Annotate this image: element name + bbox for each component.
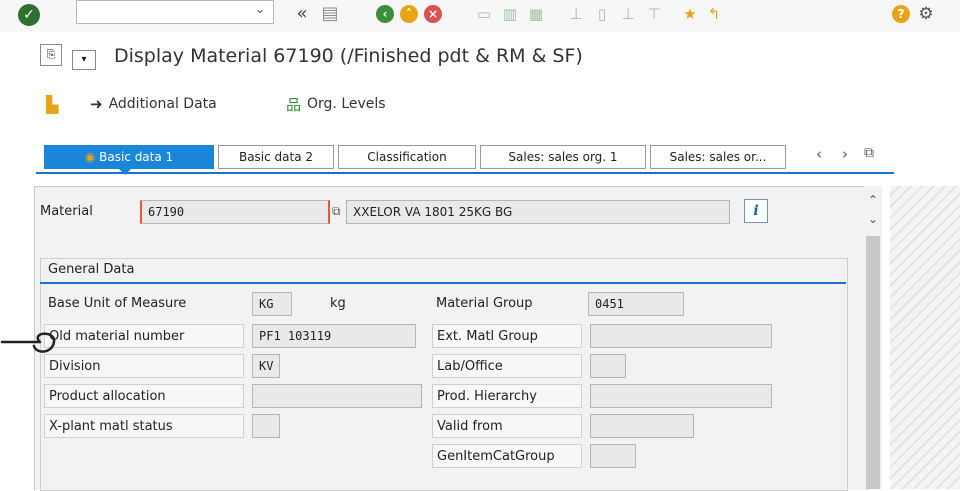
tab-sales-org-1[interactable]: Sales: sales org. 1 <box>480 145 646 169</box>
print-icon[interactable]: ▭ <box>474 4 494 24</box>
general-data-title: General Data <box>48 262 135 277</box>
cancel-icon[interactable]: × <box>424 5 442 23</box>
other-material-button[interactable]: ▙ <box>46 94 58 114</box>
org-levels-label: Org. Levels <box>307 96 386 112</box>
ext-matl-group-label: Ext. Matl Group <box>432 324 582 348</box>
division-field[interactable]: KV <box>252 354 280 378</box>
material-number-field[interactable]: 67190 <box>140 200 330 224</box>
gen-item-cat-group-field[interactable] <box>590 444 636 468</box>
active-tab-pointer <box>118 168 132 175</box>
product-allocation-field[interactable] <box>252 384 422 408</box>
page-title: Display Material 67190 (/Finished pdt & … <box>114 45 583 67</box>
scroll-up-icon[interactable]: ⌃ <box>864 193 882 207</box>
scroll-down-icon[interactable]: ⌄ <box>864 212 882 226</box>
other-material-icon: ▙ <box>46 94 59 114</box>
tab-basic-data-2[interactable]: Basic data 2 <box>218 145 334 169</box>
product-allocation-label: Product allocation <box>44 384 244 408</box>
prod-hierarchy-label: Prod. Hierarchy <box>432 384 582 408</box>
help-icon[interactable]: ? <box>892 5 910 23</box>
settings-icon[interactable]: ⚙ <box>916 4 936 24</box>
additional-data-button[interactable]: ➜ Additional Data <box>90 94 217 114</box>
create-session-icon[interactable]: ★ <box>680 4 700 24</box>
old-material-field[interactable]: PF1 103119 <box>252 324 416 348</box>
additional-data-label: Additional Data <box>108 96 217 112</box>
base-unit-text: kg <box>330 296 346 311</box>
info-icon[interactable]: i <box>744 199 768 223</box>
shortcut-icon[interactable]: ↰ <box>704 4 724 24</box>
lab-office-field[interactable] <box>590 354 626 378</box>
scrollbar-thumb[interactable] <box>866 236 880 489</box>
gen-item-cat-group-label: GenItemCatGroup <box>432 444 582 468</box>
base-unit-field[interactable]: KG <box>252 292 292 316</box>
copy-icon[interactable]: ⧉ <box>332 204 341 219</box>
lab-office-label: Lab/Office <box>432 354 582 378</box>
tab-basic-data-1[interactable]: ◉ Basic data 1 <box>44 145 214 169</box>
general-data-header <box>40 258 846 284</box>
history-back-icon[interactable]: « <box>292 4 312 24</box>
division-label: Division <box>44 354 244 378</box>
valid-from-field[interactable] <box>590 414 694 438</box>
tab-label: Basic data 1 <box>99 150 174 164</box>
chevron-down-icon[interactable]: ⌄ <box>255 2 265 16</box>
find-icon[interactable]: ▥ <box>500 4 520 24</box>
hand-cursor-icon <box>0 332 56 353</box>
tab-icon: ◉ <box>84 150 100 164</box>
menu-dropdown-icon[interactable]: ▾ <box>72 50 96 70</box>
tab-list-icon[interactable]: ⧉ <box>864 145 874 161</box>
background-hatch <box>890 186 960 489</box>
prod-hierarchy-field[interactable] <box>590 384 772 408</box>
menu-icon[interactable]: ⎘ <box>40 44 62 66</box>
check-icon[interactable]: ✓ <box>18 4 40 26</box>
xplant-status-field[interactable] <box>252 414 280 438</box>
arrow-right-icon: ➜ <box>90 95 103 113</box>
last-page-icon[interactable]: ⊤ <box>644 4 664 24</box>
tab-sales-org-2[interactable]: Sales: sales or... <box>650 145 786 169</box>
old-material-label: Old material number <box>44 324 244 348</box>
tab-next-icon[interactable]: › <box>842 145 848 163</box>
base-unit-label: Base Unit of Measure <box>48 296 187 311</box>
ext-matl-group-field[interactable] <box>590 324 772 348</box>
material-group-label: Material Group <box>436 296 533 311</box>
prev-page-icon[interactable]: ▯ <box>592 4 612 24</box>
find-next-icon[interactable]: ▦ <box>526 4 546 24</box>
material-group-field[interactable]: 0451 <box>588 292 684 316</box>
exit-icon[interactable]: ˄ <box>400 5 418 23</box>
save-icon[interactable]: ▤ <box>320 4 340 24</box>
xplant-status-label: X-plant matl status <box>44 414 244 438</box>
command-field[interactable] <box>76 0 274 24</box>
org-levels-button[interactable]: 品 Org. Levels <box>286 94 386 114</box>
tab-classification[interactable]: Classification <box>338 145 476 169</box>
first-page-icon[interactable]: ⊥ <box>566 4 586 24</box>
valid-from-label: Valid from <box>432 414 582 438</box>
tab-prev-icon[interactable]: ‹ <box>816 145 822 163</box>
back-icon[interactable]: ‹ <box>376 5 394 23</box>
material-label: Material <box>40 204 93 219</box>
next-page-icon[interactable]: ⊥ <box>618 4 638 24</box>
material-description-field[interactable]: XXELOR VA 1801 25KG BG <box>346 200 730 224</box>
org-levels-icon: 品 <box>286 95 302 114</box>
